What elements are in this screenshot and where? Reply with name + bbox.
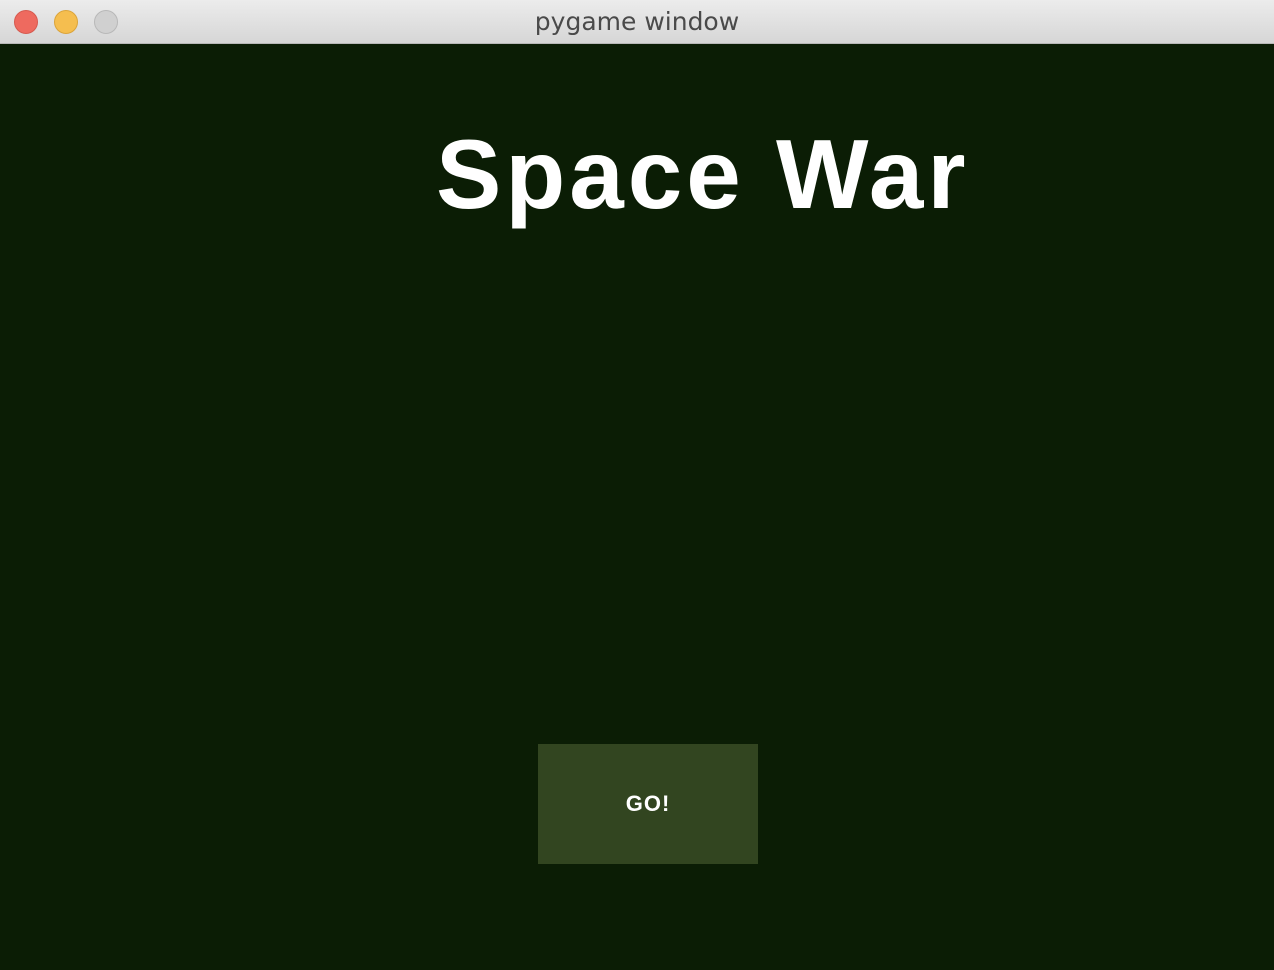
game-title: Space War [436,119,970,229]
window-title: pygame window [534,7,740,36]
game-canvas[interactable]: Space War GO! [0,44,1274,970]
go-button[interactable]: GO! [538,744,758,864]
title-bar[interactable]: pygame window [0,0,1274,44]
pygame-window: pygame window Space War GO! [0,0,1274,970]
